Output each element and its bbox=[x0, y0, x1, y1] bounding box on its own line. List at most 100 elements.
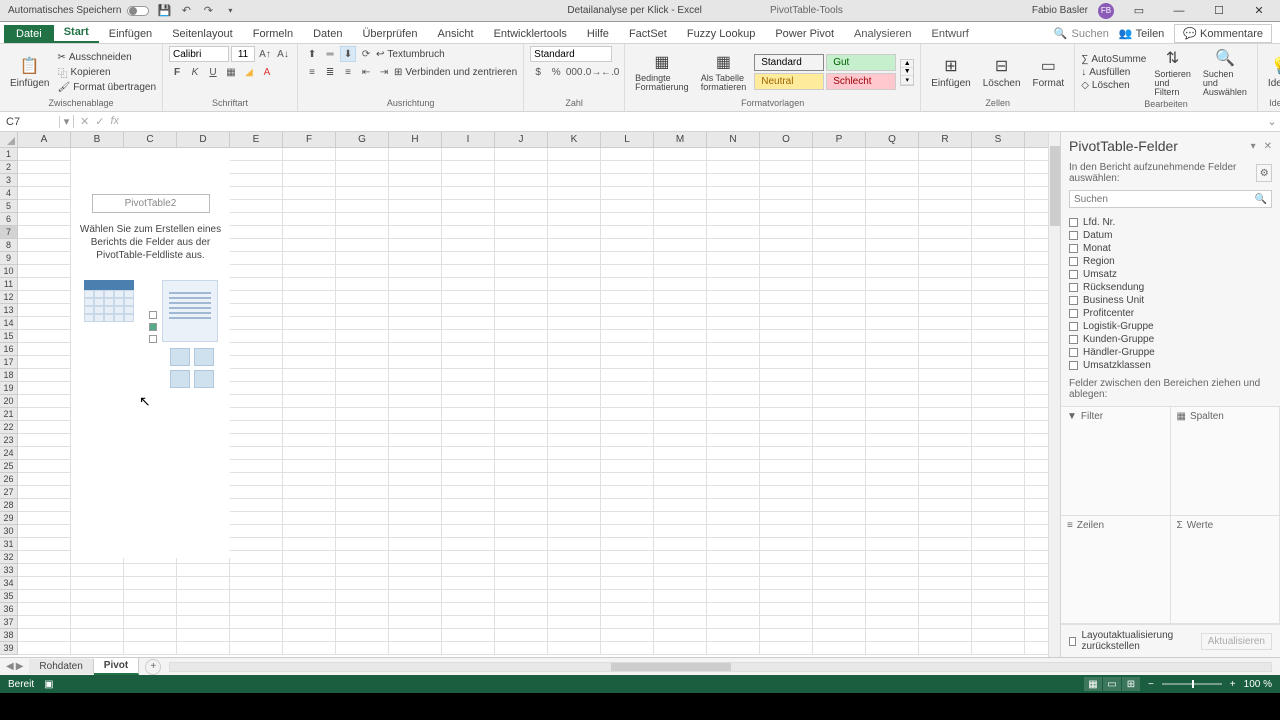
row-header[interactable]: 32 bbox=[0, 551, 18, 564]
column-header[interactable]: H bbox=[389, 132, 442, 147]
italic-icon[interactable]: K bbox=[187, 64, 203, 80]
align-center-icon[interactable]: ≣ bbox=[322, 64, 338, 80]
autosave-toggle[interactable] bbox=[127, 6, 149, 16]
copy-button[interactable]: ⿻Kopieren bbox=[57, 65, 156, 80]
field-item[interactable]: Business Unit bbox=[1069, 294, 1272, 307]
field-checkbox[interactable] bbox=[1069, 231, 1078, 240]
file-tab[interactable]: Datei bbox=[4, 25, 54, 43]
row-header[interactable]: 34 bbox=[0, 577, 18, 590]
column-header[interactable]: F bbox=[283, 132, 336, 147]
align-right-icon[interactable]: ≡ bbox=[340, 64, 356, 80]
row-header[interactable]: 26 bbox=[0, 473, 18, 486]
underline-icon[interactable]: U bbox=[205, 64, 221, 80]
fill-button[interactable]: ↓Ausfüllen bbox=[1081, 67, 1146, 78]
sheet-tab-rohdaten[interactable]: Rohdaten bbox=[29, 659, 93, 674]
add-sheet-icon[interactable]: + bbox=[145, 659, 161, 675]
border-icon[interactable]: ▦ bbox=[223, 64, 239, 80]
decrease-font-icon[interactable]: A↓ bbox=[275, 46, 291, 62]
column-header[interactable]: J bbox=[495, 132, 548, 147]
sort-filter-button[interactable]: ⇅Sortieren und Filtern bbox=[1150, 46, 1195, 99]
tab-analysieren[interactable]: Analysieren bbox=[844, 25, 921, 43]
save-icon[interactable]: 💾 bbox=[157, 4, 171, 18]
row-header[interactable]: 15 bbox=[0, 330, 18, 343]
row-header[interactable]: 18 bbox=[0, 369, 18, 382]
field-checkbox[interactable] bbox=[1069, 309, 1078, 318]
pivottable-placeholder[interactable]: PivotTable2 Wählen Sie zum Erstellen ein… bbox=[71, 148, 230, 558]
row-header[interactable]: 16 bbox=[0, 343, 18, 356]
tab-factset[interactable]: FactSet bbox=[619, 25, 677, 43]
font-size-select[interactable]: 11 bbox=[231, 46, 255, 62]
field-item[interactable]: Lfd. Nr. bbox=[1069, 216, 1272, 229]
minimize-icon[interactable]: — bbox=[1164, 1, 1194, 21]
tab-seitenlayout[interactable]: Seitenlayout bbox=[162, 25, 243, 43]
delete-cells-button[interactable]: ⊟Löschen bbox=[979, 54, 1025, 91]
style-gut[interactable]: Gut bbox=[826, 54, 896, 71]
row-header[interactable]: 28 bbox=[0, 499, 18, 512]
style-schlecht[interactable]: Schlecht bbox=[826, 73, 896, 90]
percent-icon[interactable]: % bbox=[548, 64, 564, 80]
close-icon[interactable]: ✕ bbox=[1244, 1, 1274, 21]
zoom-slider[interactable] bbox=[1162, 683, 1222, 685]
decrease-decimal-icon[interactable]: ←.0 bbox=[602, 64, 618, 80]
row-header[interactable]: 10 bbox=[0, 265, 18, 278]
column-header[interactable]: E bbox=[230, 132, 283, 147]
sheet-nav-next-icon[interactable]: ▶ bbox=[16, 661, 24, 672]
column-header[interactable]: L bbox=[601, 132, 654, 147]
page-layout-view-icon[interactable]: ▭ bbox=[1103, 677, 1121, 691]
column-header[interactable]: C bbox=[124, 132, 177, 147]
increase-decimal-icon[interactable]: .0→ bbox=[584, 64, 600, 80]
field-checkbox[interactable] bbox=[1069, 348, 1078, 357]
paste-button[interactable]: 📋Einfügen bbox=[6, 54, 53, 91]
user-avatar[interactable]: FB bbox=[1098, 3, 1114, 19]
column-header[interactable]: K bbox=[548, 132, 601, 147]
row-header[interactable]: 1 bbox=[0, 148, 18, 161]
worksheet-grid[interactable]: ABCDEFGHIJKLMNOPQRS 12345678910111213141… bbox=[0, 132, 1060, 657]
bold-icon[interactable]: F bbox=[169, 64, 185, 80]
row-header[interactable]: 6 bbox=[0, 213, 18, 226]
row-header[interactable]: 31 bbox=[0, 538, 18, 551]
area-values[interactable]: ΣWerte bbox=[1171, 516, 1280, 625]
align-left-icon[interactable]: ≡ bbox=[304, 64, 320, 80]
area-columns[interactable]: ▦Spalten bbox=[1171, 407, 1280, 516]
tab-daten[interactable]: Daten bbox=[303, 25, 352, 43]
field-checkbox[interactable] bbox=[1069, 257, 1078, 266]
sheet-nav-prev-icon[interactable]: ◀ bbox=[6, 661, 14, 672]
row-header[interactable]: 17 bbox=[0, 356, 18, 369]
row-header[interactable]: 22 bbox=[0, 421, 18, 434]
field-item[interactable]: Umsatz bbox=[1069, 268, 1272, 281]
column-header[interactable]: O bbox=[760, 132, 813, 147]
row-header[interactable]: 7 bbox=[0, 226, 18, 239]
column-header[interactable]: R bbox=[919, 132, 972, 147]
field-checkbox[interactable] bbox=[1069, 322, 1078, 331]
comments-button[interactable]: 💬Kommentare bbox=[1174, 24, 1272, 43]
row-header[interactable]: 4 bbox=[0, 187, 18, 200]
clear-button[interactable]: ◇Löschen bbox=[1081, 80, 1146, 91]
indent-increase-icon[interactable]: ⇥ bbox=[376, 64, 392, 80]
redo-icon[interactable]: ↷ bbox=[201, 4, 215, 18]
row-header[interactable]: 11 bbox=[0, 278, 18, 291]
row-header[interactable]: 38 bbox=[0, 629, 18, 642]
currency-icon[interactable]: $ bbox=[530, 64, 546, 80]
style-standard[interactable]: Standard bbox=[754, 54, 824, 71]
wrap-text-button[interactable]: ↩Textumbruch bbox=[376, 46, 445, 62]
zoom-in-icon[interactable]: + bbox=[1230, 679, 1236, 690]
cell-styles-gallery[interactable]: Standard Gut Neutral Schlecht bbox=[754, 54, 896, 90]
field-item[interactable]: Umsatzklassen bbox=[1069, 359, 1272, 372]
row-header[interactable]: 19 bbox=[0, 382, 18, 395]
column-header[interactable]: S bbox=[972, 132, 1025, 147]
column-header[interactable]: N bbox=[707, 132, 760, 147]
expand-formula-bar-icon[interactable]: ⌄ bbox=[1264, 115, 1280, 128]
column-header[interactable]: G bbox=[336, 132, 389, 147]
indent-decrease-icon[interactable]: ⇤ bbox=[358, 64, 374, 80]
format-painter-button[interactable]: 🖌Format übertragen bbox=[57, 82, 156, 93]
tab-hilfe[interactable]: Hilfe bbox=[577, 25, 619, 43]
row-header[interactable]: 20 bbox=[0, 395, 18, 408]
tab-einfuegen[interactable]: Einfügen bbox=[99, 25, 162, 43]
row-header[interactable]: 27 bbox=[0, 486, 18, 499]
tab-ansicht[interactable]: Ansicht bbox=[427, 25, 483, 43]
row-header[interactable]: 23 bbox=[0, 434, 18, 447]
pane-close-icon[interactable]: ✕ bbox=[1264, 141, 1272, 152]
horizontal-scrollbar[interactable] bbox=[169, 662, 1272, 672]
field-checkbox[interactable] bbox=[1069, 270, 1078, 279]
tab-ueberpruefen[interactable]: Überprüfen bbox=[352, 25, 427, 43]
